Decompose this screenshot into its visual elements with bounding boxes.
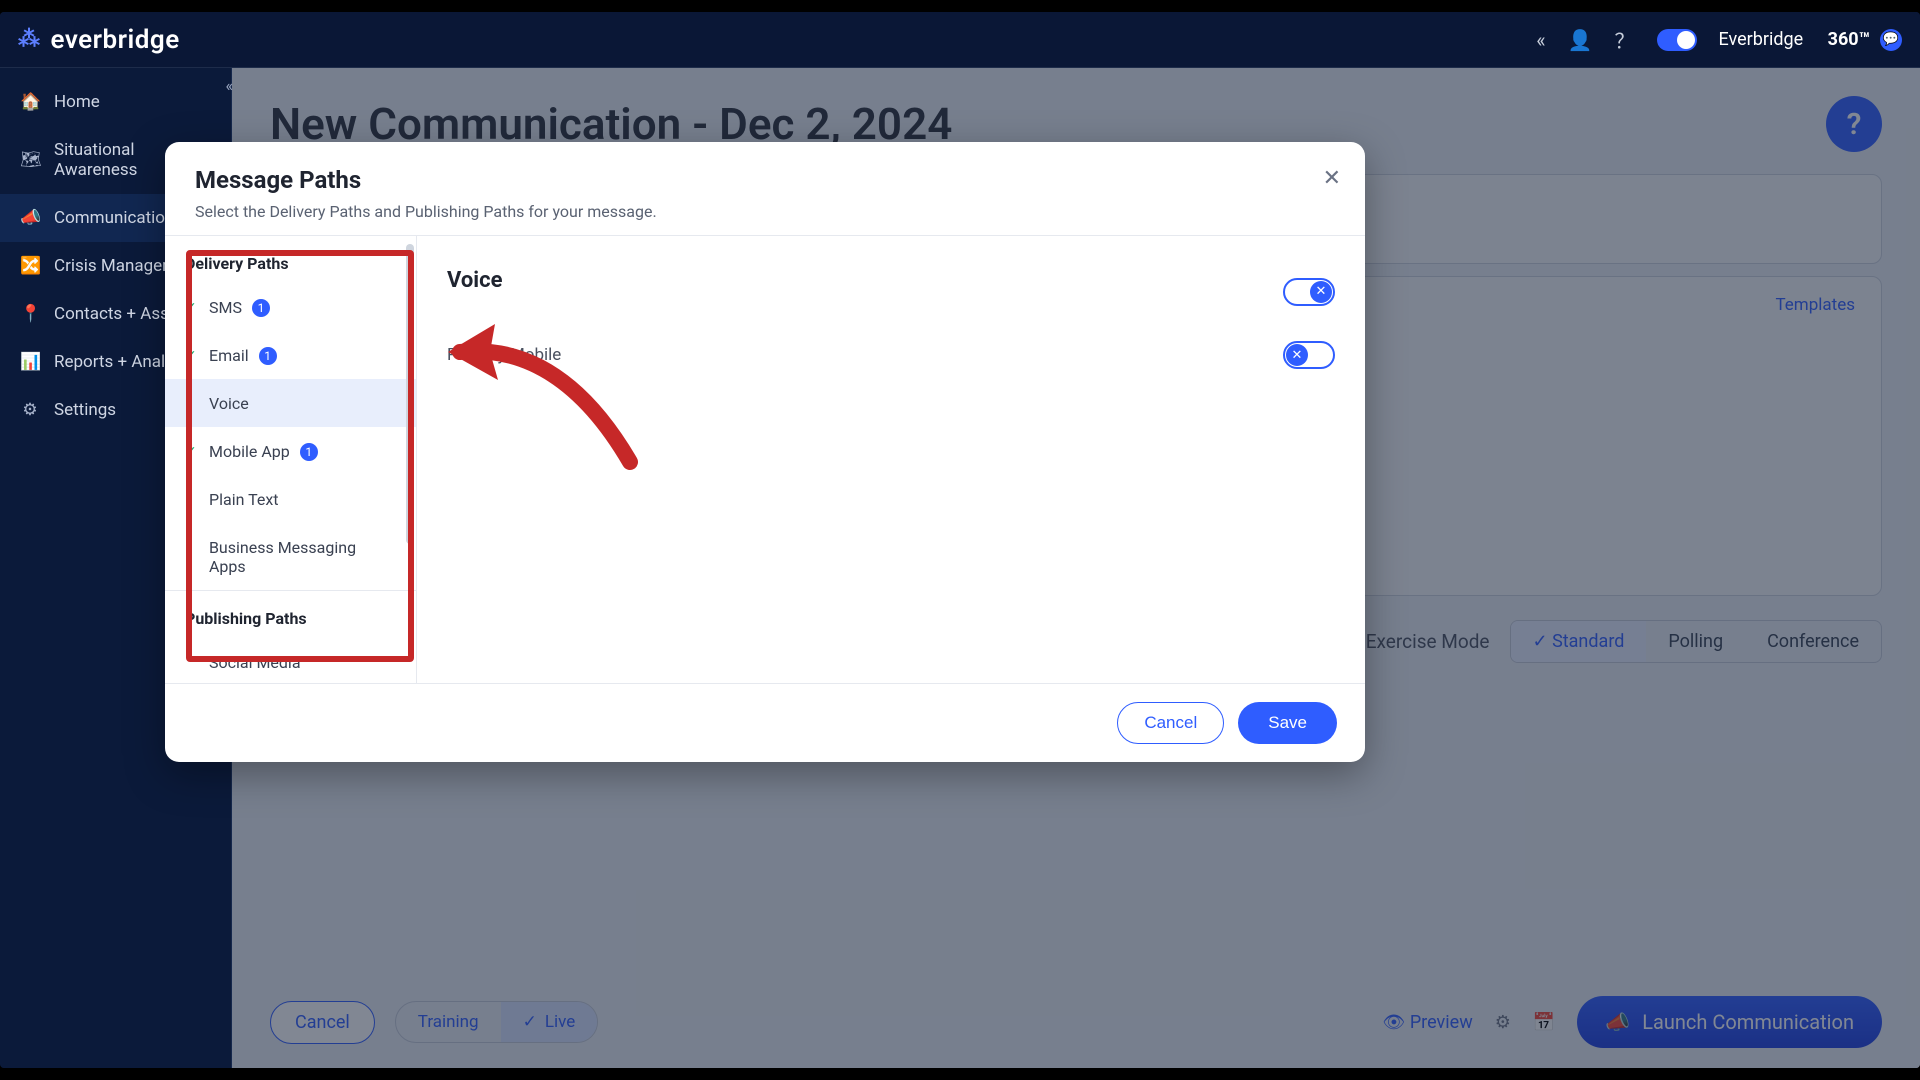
count-badge: 1: [259, 347, 277, 365]
sidebar-item-label: Communications: [54, 208, 183, 228]
path-item-label: Mobile App: [209, 442, 290, 461]
detail-heading: Voice: [447, 268, 502, 293]
path-item-label: Social Media: [209, 653, 301, 672]
path-item-plain-text[interactable]: Plain Text: [165, 475, 416, 523]
row-toggle[interactable]: ✕: [1283, 341, 1335, 369]
path-item-label: Email: [209, 346, 249, 365]
topbar-right: « 👤 ？ Everbridge 360™ 💬: [1536, 25, 1902, 54]
sidebar-item-home[interactable]: 🏠 Home: [0, 78, 231, 126]
path-item-social-media[interactable]: Social Media: [165, 638, 416, 683]
brand-logo: ⁂ everbridge: [18, 25, 180, 55]
path-item-label: Business Messaging Apps: [209, 538, 396, 576]
close-icon[interactable]: ✕: [1323, 166, 1341, 191]
path-item-email[interactable]: ✓ Email 1: [165, 331, 416, 379]
path-item-mobile-app[interactable]: ✓ Mobile App 1: [165, 427, 416, 475]
sidebar-item-label: Settings: [54, 400, 116, 420]
count-badge: 1: [252, 299, 270, 317]
brand-mark-icon: ⁂: [18, 27, 41, 52]
voice-master-toggle[interactable]: ✕: [1283, 278, 1335, 306]
sidebar-item-label: Home: [54, 92, 100, 112]
delivery-section-title: Delivery Paths: [165, 236, 416, 283]
modal-header: Message Paths Select the Delivery Paths …: [165, 142, 1365, 236]
collapse-icon[interactable]: «: [1536, 28, 1545, 52]
path-item-sms[interactable]: ✓ SMS 1: [165, 283, 416, 331]
user-icon[interactable]: 👤: [1568, 28, 1593, 52]
modal-body: Delivery Paths ✓ SMS 1 ✓ Email 1 Voice ✓ Mobile …: [165, 236, 1365, 683]
publishing-section-title: Publishing Paths: [165, 590, 416, 638]
nav-icon: ⚙: [20, 400, 40, 420]
suite-label: Everbridge 360™ 💬: [1719, 29, 1902, 51]
check-icon: ✓: [185, 300, 199, 316]
modal-title: Message Paths: [195, 166, 1335, 194]
check-icon: ✓: [185, 444, 199, 460]
nav-icon: 🏠: [20, 92, 40, 112]
nav-icon: 📍: [20, 304, 40, 324]
paths-detail: Voice ✕ Primary Mobile ✕: [417, 236, 1365, 683]
path-item-business-messaging-apps[interactable]: Business Messaging Apps: [165, 523, 416, 590]
modal-footer: Cancel Save: [165, 683, 1365, 762]
nav-icon: 📊: [20, 352, 40, 372]
paths-sidebar: Delivery Paths ✓ SMS 1 ✓ Email 1 Voice ✓ Mobile …: [165, 236, 417, 683]
path-item-label: Voice: [209, 394, 249, 413]
topbar: ⁂ everbridge « 👤 ？ Everbridge 360™ 💬: [0, 12, 1920, 68]
path-item-label: SMS: [209, 298, 242, 317]
cancel-button[interactable]: Cancel: [1117, 702, 1224, 744]
path-item-voice[interactable]: Voice: [165, 379, 416, 427]
nav-icon: 🗺: [20, 150, 40, 170]
message-paths-modal: Message Paths Select the Delivery Paths …: [165, 142, 1365, 762]
scrollbar[interactable]: [406, 244, 414, 544]
suite-toggle[interactable]: [1657, 29, 1697, 51]
modal-subtitle: Select the Delivery Paths and Publishing…: [195, 202, 1335, 221]
save-button[interactable]: Save: [1238, 702, 1337, 744]
count-badge: 1: [300, 443, 318, 461]
detail-row: Primary Mobile ✕: [447, 333, 1335, 377]
brand-name: everbridge: [51, 25, 180, 55]
nav-icon: 🔀: [20, 256, 40, 276]
path-item-label: Plain Text: [209, 490, 279, 509]
app-shell: ⁂ everbridge « 👤 ？ Everbridge 360™ 💬 « 🏠…: [0, 12, 1920, 1068]
chat-icon[interactable]: 💬: [1880, 29, 1902, 51]
nav-icon: 📣: [20, 208, 40, 228]
help-icon[interactable]: ？: [1615, 25, 1635, 54]
detail-row-label: Primary Mobile: [447, 345, 561, 365]
check-icon: ✓: [185, 348, 199, 364]
